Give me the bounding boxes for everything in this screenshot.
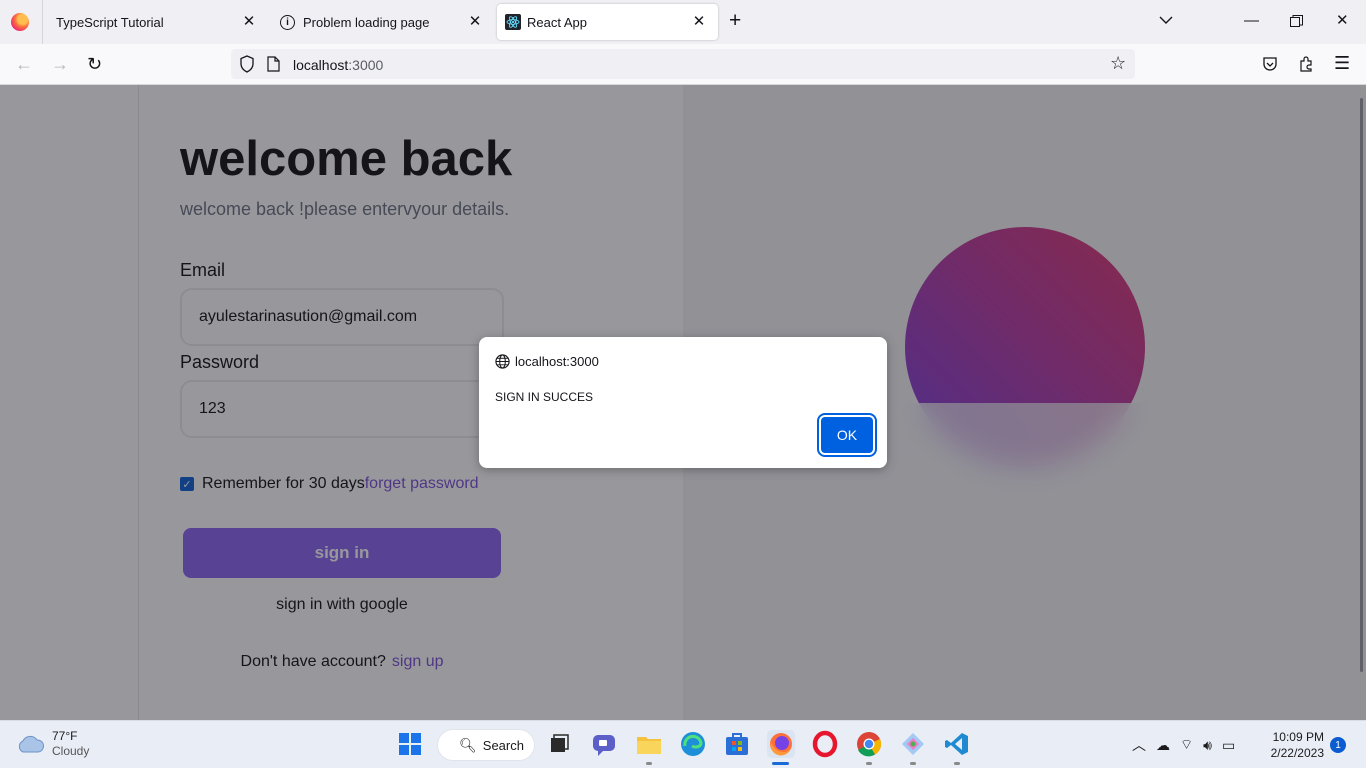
ok-button[interactable]: OK [817,413,877,457]
tab-title: TypeScript Tutorial [56,14,164,30]
task-view-icon[interactable] [545,730,573,758]
navigation-bar: ← → ↻ localhost:3000 ☆ ☰ [0,44,1366,85]
search-label: Search [482,737,524,753]
close-tab-icon[interactable]: ✕ [240,13,258,31]
extensions-icon[interactable] [1298,55,1315,72]
close-tab-icon[interactable]: ✕ [466,13,484,31]
running-indicator [866,762,872,765]
taskbar-search[interactable]: 🔍︎ Search [437,729,535,761]
tab-typescript-tutorial[interactable]: TypeScript Tutorial ✕ [42,0,268,44]
weather-condition: Cloudy [52,744,90,758]
forward-icon[interactable]: → [51,53,69,75]
menu-icon[interactable]: ☰ [1334,53,1350,74]
tab-strip: TypeScript Tutorial ✕ i Problem loading … [0,0,1366,44]
weather-widget[interactable]: 77°F Cloudy [16,729,89,759]
react-icon [505,14,521,30]
tab-problem-loading-page[interactable]: i Problem loading page ✕ [270,0,494,44]
info-icon: i [280,14,295,30]
tab-react-app[interactable]: React App ✕ [497,4,718,40]
vscode-icon[interactable] [943,730,971,758]
chrome-icon[interactable] [855,730,883,758]
clock-date: 2/22/2023 [1270,746,1324,760]
clock[interactable]: 10:09 PM 2/22/2023 [1266,729,1324,761]
chat-icon[interactable] [590,730,618,758]
notification-badge[interactable]: 1 [1330,737,1346,753]
tab-title: Problem loading page [303,14,430,30]
dialog-origin-text: localhost:3000 [515,354,599,369]
file-explorer-icon[interactable] [635,730,663,758]
volume-icon[interactable]: 🔊︎ [1203,737,1212,754]
clock-time: 10:09 PM [1272,730,1324,744]
dialog-origin: localhost:3000 [495,354,599,369]
running-indicator [954,762,960,765]
firefox-view-icon[interactable] [11,13,29,31]
url-host: localhost [293,57,349,73]
snip-tool-icon[interactable] [899,730,927,758]
url-bar[interactable]: localhost:3000 ☆ [231,49,1135,79]
reload-icon[interactable]: ↻ [87,53,102,75]
edge-icon[interactable] [679,730,707,758]
onedrive-cloud-icon[interactable]: ☁ [1156,737,1170,754]
cloud-icon [18,735,44,753]
weather-text: 77°F Cloudy [52,729,89,759]
alert-dialog: localhost:3000 SIGN IN SUCCES OK [479,337,887,468]
globe-icon [495,354,510,369]
search-icon: 🔍︎ [459,736,477,753]
system-tray: ︿ ☁ ⌔ 🔊︎ ▭ [1132,735,1245,755]
bookmark-star-icon[interactable]: ☆ [1110,53,1126,74]
close-window-icon[interactable]: ✕ [1336,12,1349,30]
minimize-icon[interactable]: — [1244,12,1259,30]
opera-icon[interactable] [811,730,839,758]
dialog-message: SIGN IN SUCCES [495,390,594,404]
url-text: localhost:3000 [293,57,383,73]
shield-icon[interactable] [239,55,255,73]
firefox-icon[interactable] [767,730,795,758]
new-tab-icon[interactable]: + [729,10,741,31]
pocket-icon[interactable] [1262,56,1278,72]
chevron-up-icon[interactable]: ︿ [1132,735,1146,755]
tab-title: React App [527,14,587,30]
taskbar: 77°F Cloudy 🔍︎ Search ︿ ☁ ⌔ 🔊︎ ▭ 10:09 P… [0,720,1366,768]
wifi-icon[interactable]: ⌔ [1180,736,1193,754]
store-icon[interactable] [723,730,751,758]
chevron-down-icon[interactable] [1158,12,1174,28]
running-indicator [910,762,916,765]
running-indicator [646,762,652,765]
restore-icon[interactable] [1290,15,1303,28]
weather-temp: 77°F [52,729,78,743]
close-tab-icon[interactable]: ✕ [690,13,708,31]
back-icon[interactable]: ← [15,53,33,75]
windows-start-icon[interactable] [396,730,424,758]
page-icon[interactable] [267,56,280,72]
battery-icon[interactable]: ▭ [1222,737,1235,754]
url-port: :3000 [348,57,384,73]
active-indicator [772,762,789,765]
